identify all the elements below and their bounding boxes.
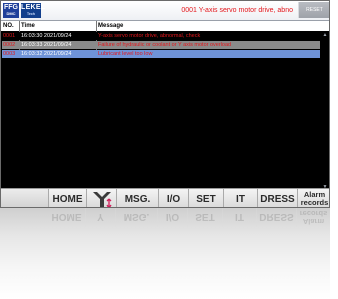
- dress-button[interactable]: DRESS: [258, 189, 298, 207]
- alarm-number: 0001: [3, 33, 16, 39]
- io-button[interactable]: I/O: [159, 189, 189, 207]
- it-button[interactable]: IT: [224, 189, 258, 207]
- alarm-number: 0003: [3, 51, 16, 57]
- msg-reflection: MSG.: [116, 208, 158, 227]
- bottom-toolbar: HOME MSG. I/O SET IT DRESS Alarm records: [1, 188, 329, 207]
- msg-button[interactable]: MSG.: [117, 189, 159, 207]
- ffg-logo: FFG DMC: [3, 3, 19, 18]
- vertical-scrollbar[interactable]: ▲ ▼: [321, 32, 329, 190]
- alarm-row-selected[interactable]: 0003 16:03:32 2021/09/24 Lubricant level…: [2, 50, 320, 58]
- alarm-time: 16:03:32 2021/09/24: [21, 51, 72, 57]
- alarm-row[interactable]: 0001 16:03:30 2021/09/24 Y-axis servo mo…: [2, 32, 320, 40]
- current-alarm-message: 0001 Y-axis servo motor drive, abno: [181, 7, 293, 14]
- set-button[interactable]: SET: [189, 189, 224, 207]
- alarm-table-header: NO. Time Message: [1, 21, 329, 31]
- lekel-logo: LEKEL Tech: [21, 3, 46, 18]
- alarm-message: Y-axis servo motor drive, abnormal, chec…: [98, 33, 201, 39]
- screen-reflection: HOME Y MSG. I/O SET IT DRESS Alarm recor…: [0, 208, 330, 299]
- alarm-records-reflection: Alarm records: [299, 209, 328, 226]
- io-reflection: I/O: [158, 208, 188, 227]
- column-header-message: Message: [98, 23, 124, 29]
- dress-reflection: DRESS: [257, 208, 297, 227]
- alarm-message: Lubricant level too low: [98, 51, 153, 57]
- reset-button[interactable]: RESET: [298, 2, 329, 18]
- scroll-up-arrow-icon[interactable]: ▲: [321, 32, 329, 38]
- toolbar-blank-button[interactable]: [1, 189, 49, 207]
- alarm-number: 0002: [3, 42, 16, 48]
- y-axis-reflection: Y: [86, 208, 116, 227]
- alarm-message: Failure of hydraulic or coolant or Y axi…: [98, 42, 232, 48]
- home-reflection: HOME: [48, 208, 86, 227]
- alarm-records-button[interactable]: Alarm records: [298, 189, 329, 207]
- axis-y-icon: [92, 192, 112, 207]
- y-axis-button[interactable]: [87, 189, 117, 207]
- alarm-time: 16:03:33 2021/09/24: [21, 42, 72, 48]
- column-header-time: Time: [21, 23, 35, 29]
- home-button[interactable]: HOME: [49, 189, 87, 207]
- column-header-no: NO.: [3, 23, 14, 29]
- alarm-time: 16:03:30 2021/09/24: [21, 33, 72, 39]
- it-reflection: IT: [223, 208, 257, 227]
- set-reflection: SET: [188, 208, 223, 227]
- hmi-screen: FFG DMC LEKEL Tech 0001 Y-axis servo mot…: [0, 0, 330, 208]
- toolbar-reflection: HOME Y MSG. I/O SET IT DRESS Alarm recor…: [0, 208, 330, 227]
- title-bar: FFG DMC LEKEL Tech 0001 Y-axis servo mot…: [1, 1, 329, 21]
- alarm-row[interactable]: 0002 16:03:33 2021/09/24 Failure of hydr…: [2, 41, 320, 49]
